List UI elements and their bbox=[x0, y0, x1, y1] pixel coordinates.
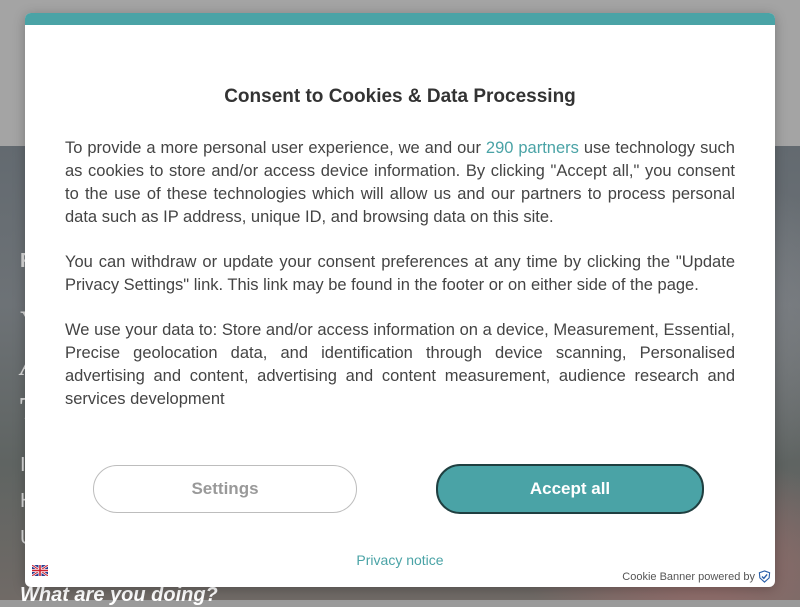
dialog-accent-bar bbox=[25, 13, 775, 25]
consent-paragraph: To provide a more personal user experien… bbox=[65, 137, 735, 229]
uk-flag-icon[interactable] bbox=[32, 565, 48, 576]
data-use-paragraph: We use your data to: Store and/or access… bbox=[65, 321, 735, 408]
privacy-notice-link[interactable]: Privacy notice bbox=[25, 552, 775, 568]
settings-button[interactable]: Settings bbox=[93, 465, 357, 513]
accept-all-button[interactable]: Accept all bbox=[436, 464, 704, 514]
credit-text: Cookie Banner powered by bbox=[622, 570, 755, 583]
check-logo-icon bbox=[758, 570, 771, 583]
consent-text: To provide a more personal user experien… bbox=[65, 139, 486, 157]
withdraw-paragraph: You can withdraw or update your consent … bbox=[65, 253, 735, 294]
dialog-title: Consent to Cookies & Data Processing bbox=[224, 86, 576, 107]
dialog-body: To provide a more personal user experien… bbox=[65, 137, 735, 433]
cookie-banner-credit[interactable]: Cookie Banner powered by bbox=[622, 570, 771, 583]
partners-link[interactable]: 290 partners bbox=[486, 139, 579, 157]
hero-question-text: What are you doing? bbox=[20, 584, 218, 606]
cookie-consent-dialog: Consent to Cookies & Data Processing To … bbox=[25, 13, 775, 587]
